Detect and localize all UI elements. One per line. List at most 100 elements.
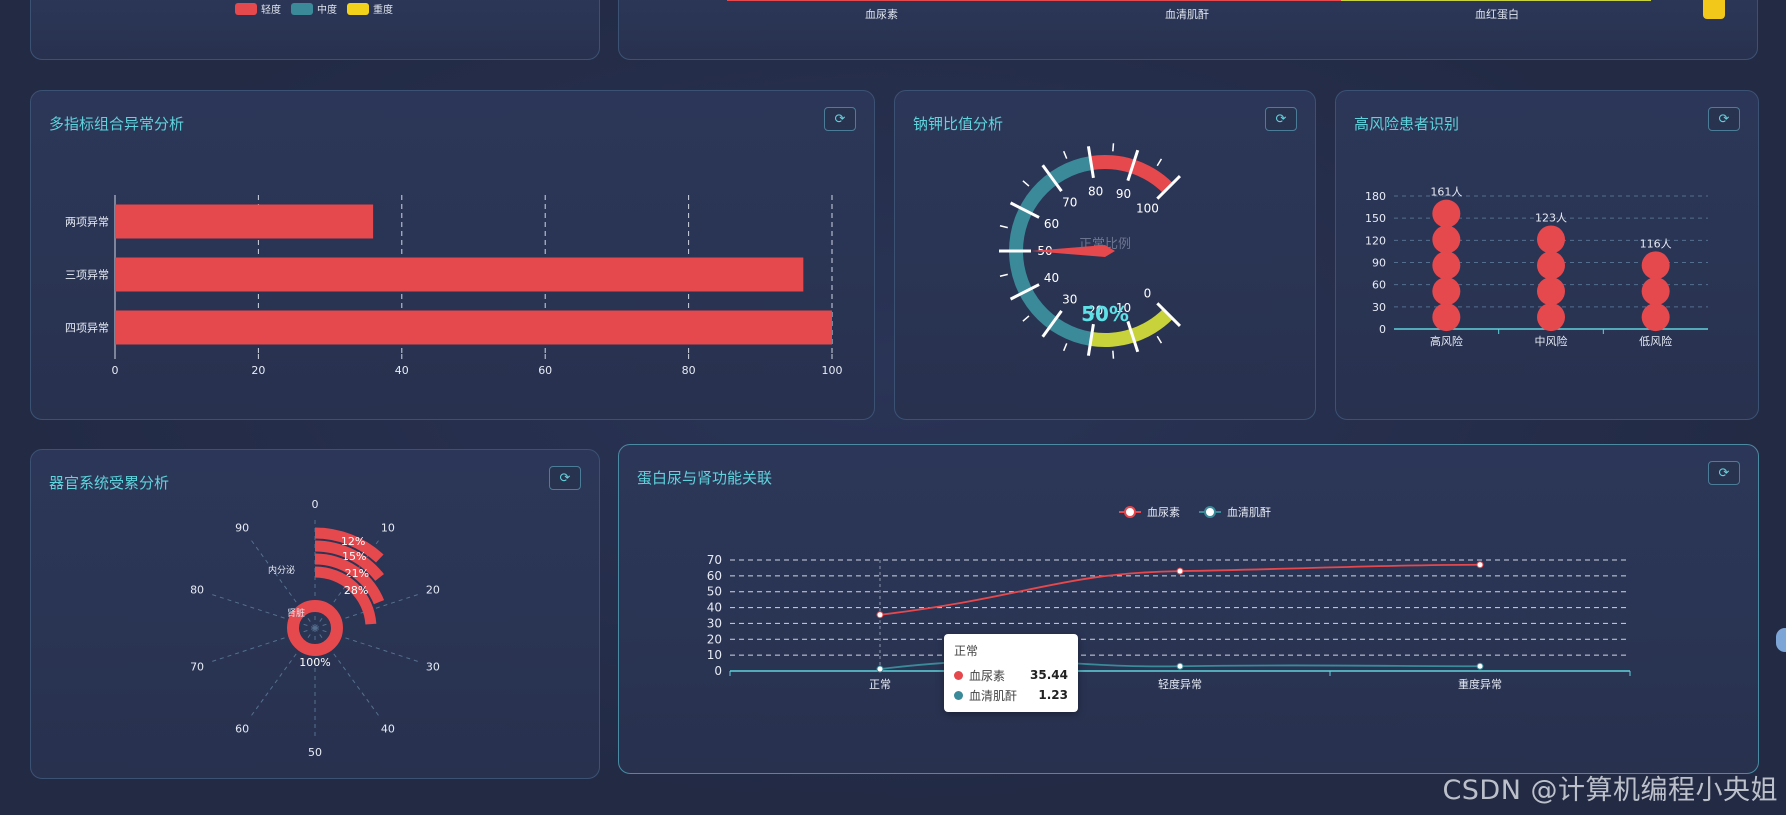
multi-indicator-panel: 多指标组合异常分析 ⟳ 0 20 40 60 80 100 两项异常 三项异常 四项异常 [30, 90, 875, 420]
y-tick-label: 三项异常 [65, 269, 109, 282]
legend-label: 重度 [373, 5, 393, 16]
gauge-tick-label: 90 [1116, 187, 1131, 201]
y-tick-label: 50 [707, 585, 722, 599]
angle-tick-label: 40 [381, 722, 395, 735]
y-tick-label: 90 [1372, 257, 1386, 270]
top-left-panel: 轻度 中度 重度 [30, 0, 600, 60]
series-dot [954, 690, 963, 700]
bar [115, 204, 374, 239]
top-axis-label: 血红蛋白 [1475, 8, 1519, 21]
y-tick-label: 180 [1365, 190, 1386, 203]
x-tick-label: 中风险 [1535, 334, 1568, 348]
gauge-minor-tick [999, 273, 1008, 277]
legend-label: 轻度 [261, 5, 281, 16]
gauge-value-label: 50% [1081, 302, 1129, 326]
angle-tick-label: 20 [426, 584, 440, 597]
gauge-tick-label: 70 [1062, 195, 1077, 209]
bar [115, 257, 804, 292]
polar-bar-label: 28% [344, 584, 368, 597]
gauge-minor-tick [1062, 343, 1068, 352]
tooltip-title: 正常 [954, 644, 979, 658]
y-tick-label: 30 [1372, 301, 1386, 314]
risk-panel: 高风险患者识别 ⟳ 0 30 60 90 120 150 180 161人 高风险 123人 中风险… [1335, 90, 1759, 420]
x-tick-label: 0 [112, 364, 119, 377]
x-tick-label: 40 [395, 364, 409, 377]
series-dot [954, 670, 963, 680]
x-tick-label: 轻度异常 [1158, 677, 1202, 691]
top-right-panel: 血尿素 血清肌酐 血红蛋白 [618, 0, 1758, 60]
scroll-handle[interactable] [1703, 0, 1725, 19]
pictorial-symbol [1537, 303, 1565, 332]
y-tick-label: 150 [1365, 212, 1386, 225]
y-tick-label: 0 [1379, 323, 1386, 336]
tooltip-row: 血清肌酐 1.23 [954, 685, 1068, 705]
pictorial-symbol [1641, 277, 1670, 306]
watermark: CSDN @计算机编程小央姐 [1442, 775, 1778, 806]
series-point [876, 611, 884, 619]
data-label: 123人 [1535, 212, 1567, 225]
pictorial-symbol [1641, 303, 1670, 332]
gauge-minor-tick [1156, 335, 1163, 344]
gauge-tick-label: 100 [1136, 202, 1159, 216]
angle-tick-label: 60 [235, 722, 249, 735]
pictorial-symbol [1432, 251, 1461, 280]
pictorial-symbol [1537, 277, 1565, 306]
x-tick-label: 低风险 [1639, 334, 1672, 348]
organ-polar-chart: 010203040506070809012%15%21%28%内分泌肾脏100% [190, 498, 440, 759]
legend-item-moderate[interactable]: 中度 [291, 1, 337, 16]
top-axis-label: 血尿素 [865, 8, 898, 21]
legend-marker [1124, 506, 1136, 518]
x-tick-label: 重度异常 [1458, 677, 1502, 691]
y-tick-label: 四项异常 [65, 322, 109, 335]
side-float-button[interactable] [1776, 628, 1786, 652]
gauge-tick-label: 30 [1062, 293, 1077, 307]
polar-ring-label: 100% [299, 656, 330, 669]
radius-category-label: 肾脏 [287, 607, 305, 619]
legend-item-severe[interactable]: 重度 [347, 1, 393, 16]
gauge-tick-label: 40 [1044, 271, 1059, 285]
y-tick-label: 60 [707, 569, 722, 583]
x-tick-label: 高风险 [1430, 334, 1463, 348]
angle-tick-label: 80 [190, 584, 204, 597]
top-axis-line-tail [1341, 0, 1651, 1]
gauge-minor-tick [1156, 158, 1163, 167]
series-point [1176, 662, 1184, 670]
radius-category-label: 内分泌 [268, 564, 295, 576]
angle-tick-label: 30 [426, 660, 440, 673]
gauge-minor-tick [1022, 315, 1030, 322]
pictorial-symbol [1432, 225, 1461, 254]
angle-tick-label: 0 [312, 498, 319, 511]
tooltip-series-name: 血尿素 [969, 668, 1006, 683]
data-label: 161人 [1430, 186, 1462, 199]
x-tick-label: 100 [822, 364, 843, 377]
organ-panel: 器官系统受累分析 ⟳ 0 10 20 30 40 50 60 70 80 90 12% 15% 21% 2… [30, 449, 600, 779]
series-point [1476, 561, 1484, 569]
legend-item-mild[interactable]: 轻度 [235, 1, 281, 16]
legend-swatch [347, 2, 369, 15]
gauge-minor-tick [1112, 143, 1115, 152]
gauge-tick-label: 80 [1088, 185, 1103, 199]
pictorial-symbol [1432, 199, 1461, 228]
x-tick-label: 60 [538, 364, 552, 377]
series-point [1476, 662, 1484, 670]
angle-tick-label: 10 [381, 522, 395, 535]
tooltip-series-name: 血清肌酐 [969, 688, 1018, 703]
tooltip-row: 血尿素 35.44 [954, 665, 1068, 685]
protein-panel: 蛋白尿与肾功能关联 ⟳ 0 10 20 30 40 50 60 70 正常 轻度异常 重度异常 血尿素… [618, 444, 1759, 774]
y-tick-label: 60 [1372, 279, 1386, 292]
y-tick-label: 10 [707, 648, 722, 662]
gauge-minor-tick [1022, 180, 1030, 187]
protein-line-chart: 010203040506070正常 轻度异常 重度异常血尿素 血清肌酐 [707, 505, 1631, 691]
legend-label: 血尿素 [1147, 505, 1180, 519]
x-tick-label: 20 [251, 364, 265, 377]
tooltip-series-value: 1.23 [1038, 688, 1068, 702]
y-tick-label: 120 [1365, 234, 1386, 247]
gauge-minor-tick [999, 225, 1008, 229]
y-tick-label: 70 [707, 553, 722, 567]
legend-label: 血清肌酐 [1227, 505, 1271, 519]
y-tick-label: 两项异常 [65, 216, 109, 229]
angle-tick-label: 50 [308, 746, 322, 759]
risk-pictorial-chart: 0 30 60 90 120 150 180 161人高风险 123人中风险 116人低风险 [1365, 186, 1708, 348]
gauge-panel: 钠钾比值分析 ⟳ 0102030405060708090100正常比例50% [894, 90, 1316, 420]
legend-swatch [235, 2, 257, 15]
